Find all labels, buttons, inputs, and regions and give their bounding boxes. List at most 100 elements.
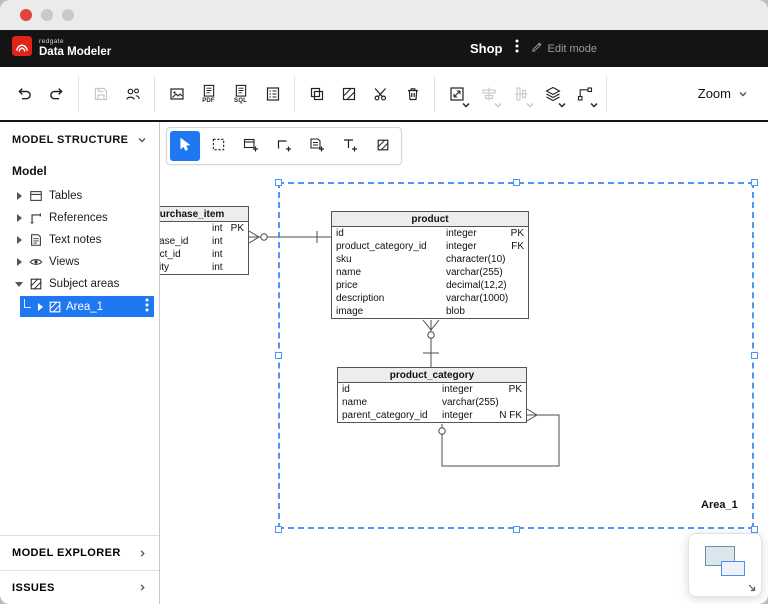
undo-button[interactable] [10,76,39,112]
sidebar-item-area-1[interactable]: Area_1 [20,296,154,317]
sidebar-item-label: Tables [49,190,82,202]
delete-button[interactable] [398,76,427,112]
subject-area-selection[interactable] [278,182,754,529]
column-type: int [212,248,244,261]
marquee-icon [211,137,226,155]
app-header: redgate Data Modeler Shop Edit mode [0,30,768,67]
connector-style-button[interactable] [570,76,599,112]
brand: redgate Data Modeler [12,36,111,61]
subject-area-item-label: Area_1 [66,301,103,313]
column-name: id [160,222,212,235]
chevron-down-icon [738,89,748,99]
resize-handle[interactable] [751,352,758,359]
save-button[interactable] [86,76,115,112]
resize-handle[interactable] [275,179,282,186]
chevron-right-icon [138,583,147,592]
kebab-menu-icon [515,39,519,58]
export-image-button[interactable] [162,76,191,112]
save-icon [93,86,109,102]
add-text-icon [342,137,358,156]
subject-area-button[interactable] [334,76,363,112]
resize-handle[interactable] [513,179,520,186]
table-column-row[interactable]: idintPK [160,222,248,235]
collaborate-button[interactable] [118,76,147,112]
add-note-icon [309,137,325,156]
edit-mode-indicator[interactable]: Edit mode [531,41,598,56]
button-label: PDF [202,98,215,104]
column-name: purchase_id [160,235,212,248]
resize-handle[interactable] [751,526,758,533]
chevron-down-icon [525,98,535,113]
window-minimize-button[interactable] [41,9,53,21]
users-icon [125,86,141,102]
model-structure-header[interactable]: MODEL STRUCTURE [0,122,159,158]
toolbar-groups: PDF SQL [10,76,614,112]
table-column-row[interactable]: product_idint [160,248,248,261]
toolbar-divider [78,76,79,112]
toolbar-group [86,76,147,112]
table-body: idintPKpurchase_idintproduct_idintquanti… [160,222,248,274]
subject-area-icon [48,300,62,314]
subject-area-label[interactable]: Area_1 [701,499,738,511]
add-table-tool[interactable] [236,131,266,161]
zoom-dropdown[interactable]: Zoom [698,86,758,101]
er-table-purchase-item[interactable]: purchase_item idintPKpurchase_idintprodu… [160,206,249,275]
add-note-tool[interactable] [302,131,332,161]
add-subject-area-tool[interactable] [368,131,398,161]
cursor-icon [178,137,193,155]
arrow-southeast-icon[interactable] [747,583,757,593]
select-tool[interactable] [170,131,200,161]
add-reference-tool[interactable] [269,131,299,161]
sidebar-item-references[interactable]: References [0,207,159,229]
table-header[interactable]: purchase_item [160,207,248,222]
marquee-select-tool[interactable] [203,131,233,161]
resize-handle[interactable] [751,179,758,186]
layers-button[interactable] [538,76,567,112]
sidebar-item-tables[interactable]: Tables [0,185,159,207]
resize-handle[interactable] [275,352,282,359]
report-button[interactable] [258,76,287,112]
model-tree: Tables ReferencesText notesViewsSubject a… [0,185,159,295]
brand-top-label: redgate [39,39,111,46]
subject-area-menu-button[interactable] [145,298,149,315]
caret-right-icon [15,236,23,244]
note-icon [29,233,43,247]
add-text-tool[interactable] [335,131,365,161]
chevron-down-icon [461,98,471,113]
document-menu-button[interactable] [515,39,519,58]
edit-mode-label: Edit mode [548,43,598,55]
eye-icon [29,255,43,269]
model-explorer-title: MODEL EXPLORER [12,547,121,559]
table-column-row[interactable]: purchase_idint [160,235,248,248]
chevron-right-icon [138,549,147,558]
resize-handle[interactable] [513,526,520,533]
cut-button[interactable] [366,76,395,112]
window-close-button[interactable] [20,9,32,21]
copy-button[interactable] [302,76,331,112]
model-explorer-header[interactable]: MODEL EXPLORER [0,535,159,570]
caret-right-icon[interactable] [36,303,44,311]
sidebar-item-text-notes[interactable]: Text notes [0,229,159,251]
sidebar-item-views[interactable]: Views [0,251,159,273]
subject-area-icon [376,138,390,155]
resize-handle[interactable] [275,526,282,533]
minimap[interactable] [688,533,762,597]
image-export-icon [169,86,185,102]
model-root-label[interactable]: Model [0,158,159,185]
align-vertical-button[interactable] [506,76,535,112]
toolbar-group [302,76,427,112]
export-pdf-button[interactable]: PDF [194,76,223,112]
tree-guide-line [24,299,31,308]
table-column-row[interactable]: quantityint [160,261,248,274]
window-maximize-button[interactable] [62,9,74,21]
sidebar-item-subject-areas[interactable]: Subject areas [0,273,159,295]
issues-header[interactable]: ISSUES [0,570,159,604]
autofit-button[interactable] [442,76,471,112]
redo-button[interactable] [42,76,71,112]
export-sql-button[interactable]: SQL [226,76,255,112]
align-horizontal-button[interactable] [474,76,503,112]
column-type: int [212,235,244,248]
model-structure-title: MODEL STRUCTURE [12,134,128,146]
diagram-canvas[interactable]: purchase_item idintPKpurchase_idintprodu… [160,122,768,604]
toolbar-divider [154,76,155,112]
